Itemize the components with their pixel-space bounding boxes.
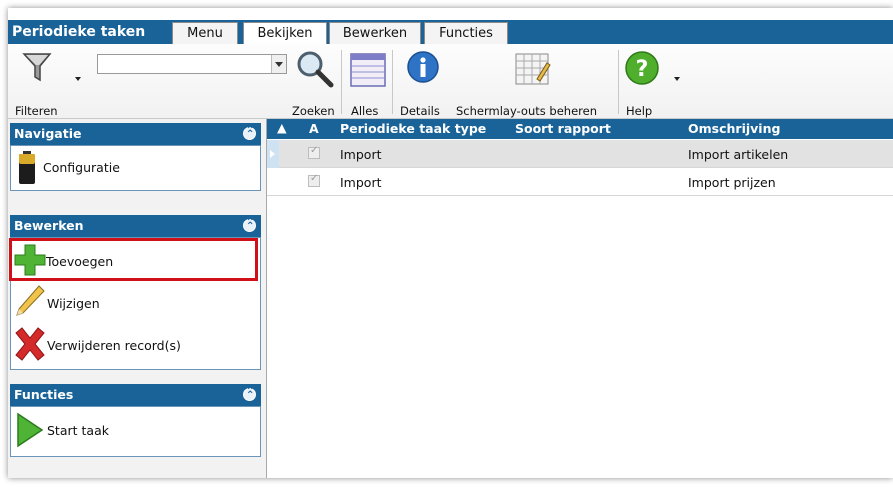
collapse-icon[interactable] <box>243 386 256 402</box>
filter-dropdown-arrow[interactable] <box>75 77 81 81</box>
sidebar-group-title: Bewerken <box>14 218 84 233</box>
toevoegen-highlight-box <box>9 238 258 281</box>
active-checkbox[interactable] <box>308 173 320 187</box>
tab-bewerken[interactable]: Bewerken <box>329 22 421 44</box>
column-header-active[interactable]: A <box>309 121 319 136</box>
ribbon-separator <box>618 50 619 114</box>
sidebar-item-label: Verwijderen record(s) <box>47 338 181 353</box>
active-checkbox[interactable] <box>308 145 320 159</box>
sidebar: Navigatie Configuratie Bewerken <box>8 119 267 478</box>
layout-grid-icon[interactable] <box>513 51 553 87</box>
tab-menu[interactable]: Menu <box>172 22 238 44</box>
help-dropdown-arrow[interactable] <box>674 77 680 81</box>
table-row[interactable]: Import Import prijzen <box>267 168 893 196</box>
table-row[interactable]: Import Import artikelen <box>267 140 893 168</box>
sidebar-item-label: Configuratie <box>43 160 120 175</box>
tab-functies[interactable]: Functies <box>424 22 508 44</box>
ribbon-separator <box>392 50 393 114</box>
grid-header: ▲ A Periodieke taak type Soort rapport O… <box>267 119 893 139</box>
cell-type: Import <box>340 147 382 162</box>
sidebar-group-navigatie-header[interactable]: Navigatie <box>10 123 261 145</box>
play-icon <box>15 411 45 449</box>
collapse-icon[interactable] <box>243 217 256 233</box>
column-header-type[interactable]: Periodieke taak type <box>340 121 486 136</box>
app-window: Periodieke taken Menu Bekijken Bewerken … <box>8 8 893 478</box>
cell-description: Import artikelen <box>688 147 789 162</box>
sidebar-group-title: Functies <box>14 387 74 402</box>
svg-text:?: ? <box>636 57 649 82</box>
sort-ascending-icon[interactable]: ▲ <box>277 120 287 135</box>
cell-type: Import <box>340 175 382 190</box>
sidebar-item-start-taak[interactable]: Start taak <box>13 411 258 451</box>
sidebar-item-configuratie[interactable]: Configuratie <box>13 148 258 188</box>
details-label[interactable]: Details <box>400 104 440 118</box>
search-label[interactable]: Zoeken <box>292 104 335 118</box>
help-label[interactable]: Help <box>626 104 652 118</box>
battery-icon <box>17 150 37 186</box>
cell-description: Import prijzen <box>688 175 776 190</box>
filter-combobox[interactable] <box>97 54 287 74</box>
delete-x-icon <box>13 326 47 362</box>
sidebar-group-title: Navigatie <box>14 126 82 141</box>
filter-icon[interactable] <box>20 50 60 84</box>
tasks-grid: ▲ A Periodieke taak type Soort rapport O… <box>267 119 893 478</box>
tab-bekijken[interactable]: Bekijken <box>243 22 327 45</box>
help-icon[interactable]: ? <box>624 50 660 86</box>
filter-label[interactable]: Filteren <box>15 104 58 118</box>
sidebar-group-functies-header[interactable]: Functies <box>10 384 261 406</box>
sidebar-group-navigatie-body: Configuratie <box>10 145 261 191</box>
all-label[interactable]: Alles <box>351 104 378 118</box>
pencil-icon <box>13 284 45 318</box>
sidebar-group-functies-body: Start taak <box>10 406 261 457</box>
collapse-icon[interactable] <box>243 125 256 141</box>
ribbon-separator <box>341 50 342 114</box>
ribbon-toolbar: Filteren Zoeken Alles Details Schermlay-… <box>8 44 893 119</box>
magnifier-icon[interactable] <box>294 50 336 90</box>
column-header-description[interactable]: Omschrijving <box>688 121 780 136</box>
sidebar-item-verwijderen[interactable]: Verwijderen record(s) <box>13 326 258 366</box>
sidebar-item-wijzigen[interactable]: Wijzigen <box>13 284 258 324</box>
row-selector[interactable] <box>267 140 279 168</box>
info-icon[interactable] <box>406 50 440 84</box>
app-title: Periodieke taken <box>12 24 146 40</box>
table-icon[interactable] <box>349 52 387 88</box>
sidebar-item-label: Start taak <box>47 423 109 438</box>
column-header-report[interactable]: Soort rapport <box>515 121 611 136</box>
layouts-label[interactable]: Schermlay-outs beheren <box>456 104 597 118</box>
sidebar-group-bewerken-header[interactable]: Bewerken <box>10 215 261 237</box>
combobox-dropdown-button[interactable] <box>271 55 286 73</box>
sidebar-item-label: Wijzigen <box>47 296 100 311</box>
